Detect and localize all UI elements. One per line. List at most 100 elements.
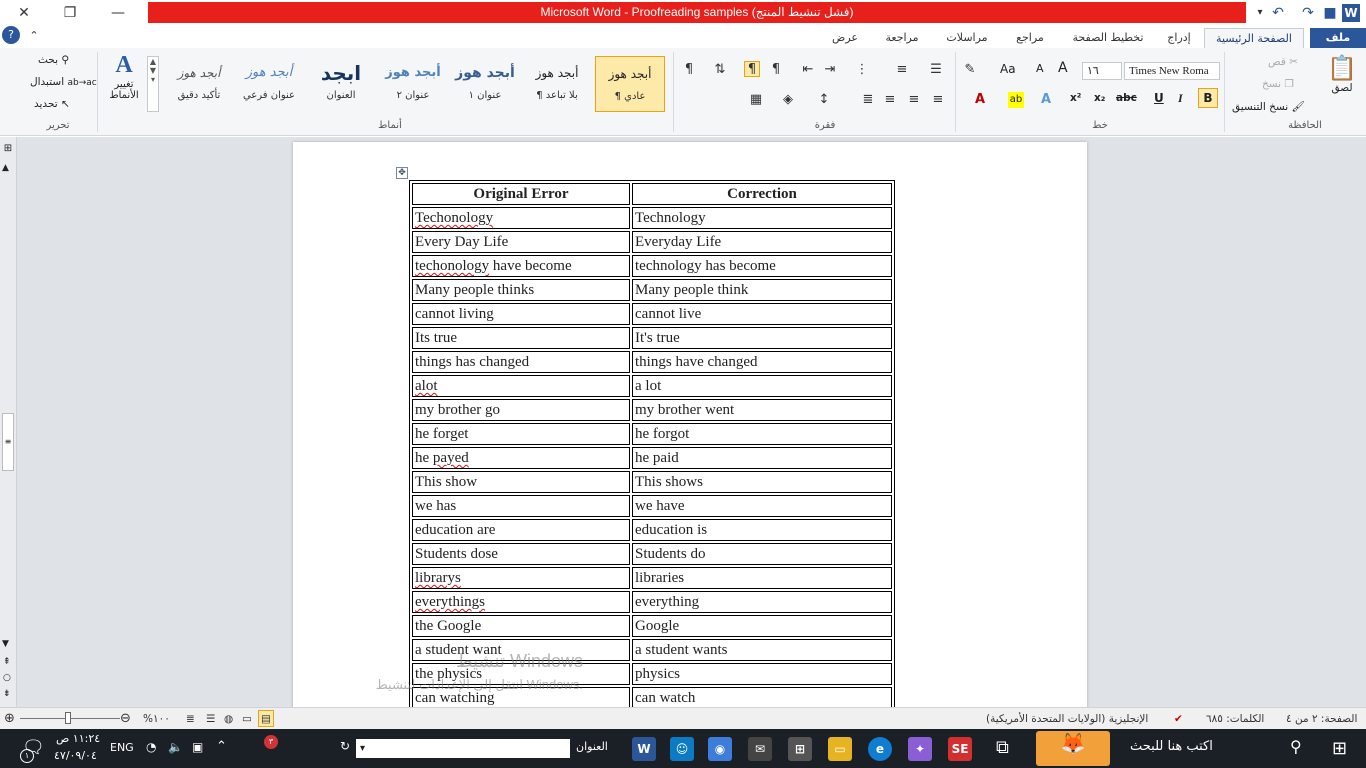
minimize-button[interactable]: — (108, 3, 128, 23)
scrollbar-thumb[interactable]: ≡ (2, 413, 14, 471)
redo-icon[interactable]: ↷ (1298, 3, 1318, 23)
next-page-icon[interactable]: ⇟ (3, 689, 11, 699)
tab-insert[interactable]: إدراج (1158, 28, 1200, 48)
help-icon[interactable]: ? (2, 26, 20, 44)
style-subtitle[interactable]: أبجد هوز عنوان فرعي (234, 56, 304, 112)
correction-cell[interactable]: It's true (632, 327, 892, 349)
align-right-icon[interactable]: ≡ (930, 92, 946, 108)
spelling-error[interactable]: librarys (415, 570, 461, 586)
original-error-cell[interactable]: Every Day Life (412, 231, 630, 253)
borders-icon[interactable]: ▦ (748, 92, 764, 108)
change-styles-button[interactable]: A تغيير الأنماط (104, 52, 144, 101)
edge-taskbar-icon[interactable]: e (868, 737, 892, 761)
task-view-icon[interactable]: ⧉ (996, 737, 1009, 758)
ruler-toggle-icon[interactable]: ⊞ (2, 143, 14, 155)
original-error-cell[interactable]: he payed (412, 447, 630, 469)
italic-button[interactable]: I (1178, 91, 1183, 106)
justify-icon[interactable]: ≣ (860, 92, 876, 108)
correction-cell[interactable]: we have (632, 495, 892, 517)
correction-cell[interactable]: technology has become (632, 255, 892, 277)
original-error-cell[interactable]: education are (412, 519, 630, 541)
style-heading-1[interactable]: أبجد هوز عنوان ١ (450, 56, 520, 112)
correction-cell[interactable]: This shows (632, 471, 892, 493)
prev-page-icon[interactable]: ⇞ (3, 657, 11, 667)
qat-dropdown-icon[interactable]: ▾ (1250, 3, 1270, 23)
style-normal[interactable]: أبجد هوز ¶ عادي (595, 56, 665, 112)
header-original-error[interactable]: Original Error (412, 183, 630, 205)
undo-icon[interactable]: ↶ (1268, 3, 1288, 23)
word-taskbar-icon[interactable]: W (632, 737, 656, 761)
shading-icon[interactable]: ◈ (780, 92, 796, 108)
original-error-cell[interactable]: Its true (412, 327, 630, 349)
font-size-select[interactable]: ١٦ (1082, 62, 1122, 80)
correction-cell[interactable]: education is (632, 519, 892, 541)
correction-cell[interactable]: Technology (632, 207, 892, 229)
correction-cell[interactable]: libraries (632, 567, 892, 589)
correction-cell[interactable]: my brother went (632, 399, 892, 421)
original-error-cell[interactable]: Techonology (412, 207, 630, 229)
tab-mailings[interactable]: مراسلات (936, 28, 998, 48)
decrease-indent-icon[interactable]: ⇥ (822, 62, 838, 78)
show-formatting-icon[interactable]: ¶ (681, 62, 697, 78)
original-error-cell[interactable]: This show (412, 471, 630, 493)
copy-button[interactable]: نسخ ❐ (1262, 78, 1294, 90)
highlight-icon[interactable]: ab (1008, 92, 1024, 108)
header-correction[interactable]: Correction (632, 183, 892, 205)
correction-cell[interactable]: things have changed (632, 351, 892, 373)
original-error-cell[interactable]: cannot living (412, 303, 630, 325)
correction-cell[interactable]: cannot live (632, 303, 892, 325)
clock-time[interactable]: ١١:٢٤ ص (56, 732, 100, 745)
correction-cell[interactable]: he paid (632, 447, 892, 469)
paste-button[interactable]: 📋 لصق (1324, 54, 1360, 94)
input-language[interactable]: ENG (110, 741, 134, 754)
text-effects-icon[interactable]: A (1038, 92, 1054, 108)
rtl-direction-icon[interactable]: ¶ (744, 61, 760, 77)
refresh-icon[interactable]: ↻ (340, 739, 350, 753)
save-icon[interactable]: ■ (1320, 3, 1340, 23)
wifi-icon[interactable]: ◔ (146, 740, 156, 754)
spelling-error[interactable]: payed (433, 450, 469, 466)
correction-cell[interactable]: everything (632, 591, 892, 613)
spelling-error[interactable]: everythings (415, 594, 485, 610)
multilevel-list-icon[interactable]: ⋮ (854, 62, 870, 78)
original-error-cell[interactable]: he forget (412, 423, 630, 445)
correction-cell[interactable]: Many people think (632, 279, 892, 301)
replace-button[interactable]: استبدال ab→ac (30, 76, 97, 88)
cut-button[interactable]: قص ✂ (1268, 56, 1298, 68)
document-page[interactable]: ✥ Original Error Correction Techonology T… (293, 142, 1087, 707)
show-hidden-icons[interactable]: ⌃ (216, 739, 227, 754)
web-layout-icon[interactable]: ◍ (224, 711, 233, 727)
zoom-slider-thumb[interactable] (65, 712, 71, 724)
align-center-icon[interactable]: ≡ (906, 92, 922, 108)
table-move-handle-icon[interactable]: ✥ (396, 167, 408, 179)
tab-review[interactable]: مراجعة (874, 28, 930, 48)
correction-cell[interactable]: Everyday Life (632, 231, 892, 253)
page-indicator[interactable]: الصفحة: ٢ من ٤ (1286, 711, 1357, 727)
correction-cell[interactable]: Students do (632, 543, 892, 565)
tab-page-layout[interactable]: تخطيط الصفحة (1062, 28, 1154, 48)
collapse-ribbon-icon[interactable]: ⌃ (24, 26, 44, 46)
style-title[interactable]: ابجد العنوان (306, 56, 376, 112)
subscript-button[interactable]: x₂ (1094, 92, 1105, 104)
original-error-cell[interactable]: alot (412, 375, 630, 397)
windows-start-icon[interactable]: ⊞ (1332, 738, 1347, 759)
draft-view-icon[interactable]: ≣ (186, 711, 195, 727)
file-explorer-taskbar-icon[interactable]: ▭ (828, 737, 852, 761)
full-screen-reading-icon[interactable]: ▭ (242, 711, 252, 727)
zoom-out-icon[interactable]: ⊖ (120, 711, 131, 727)
scroll-up-icon[interactable]: ▲ (2, 163, 9, 173)
mail-taskbar-icon[interactable]: ✉ (748, 737, 772, 761)
copilot-taskbar-icon[interactable]: ✦ (908, 737, 932, 761)
tab-home[interactable]: الصفحة الرئيسية (1204, 28, 1304, 48)
change-case-button[interactable]: Aa (1000, 62, 1016, 76)
original-error-cell[interactable]: techonology have become (412, 255, 630, 277)
store-taskbar-icon[interactable]: ⊞ (788, 737, 812, 761)
sort-icon[interactable]: ⇅ (712, 62, 728, 78)
browse-object-icon[interactable]: ○ (3, 673, 11, 683)
proofreading-table[interactable]: Original Error Correction Techonology Tec… (409, 180, 895, 707)
correction-cell[interactable]: Google (632, 615, 892, 637)
close-button[interactable]: ✕ (14, 3, 34, 23)
style-no-spacing[interactable]: أبجد هوز ¶ بلا تباعد (522, 56, 592, 112)
style-subtle-emphasis[interactable]: أبجد هوز تأكيد دقيق (164, 56, 234, 112)
select-button[interactable]: تحديد ↖ (34, 98, 70, 110)
